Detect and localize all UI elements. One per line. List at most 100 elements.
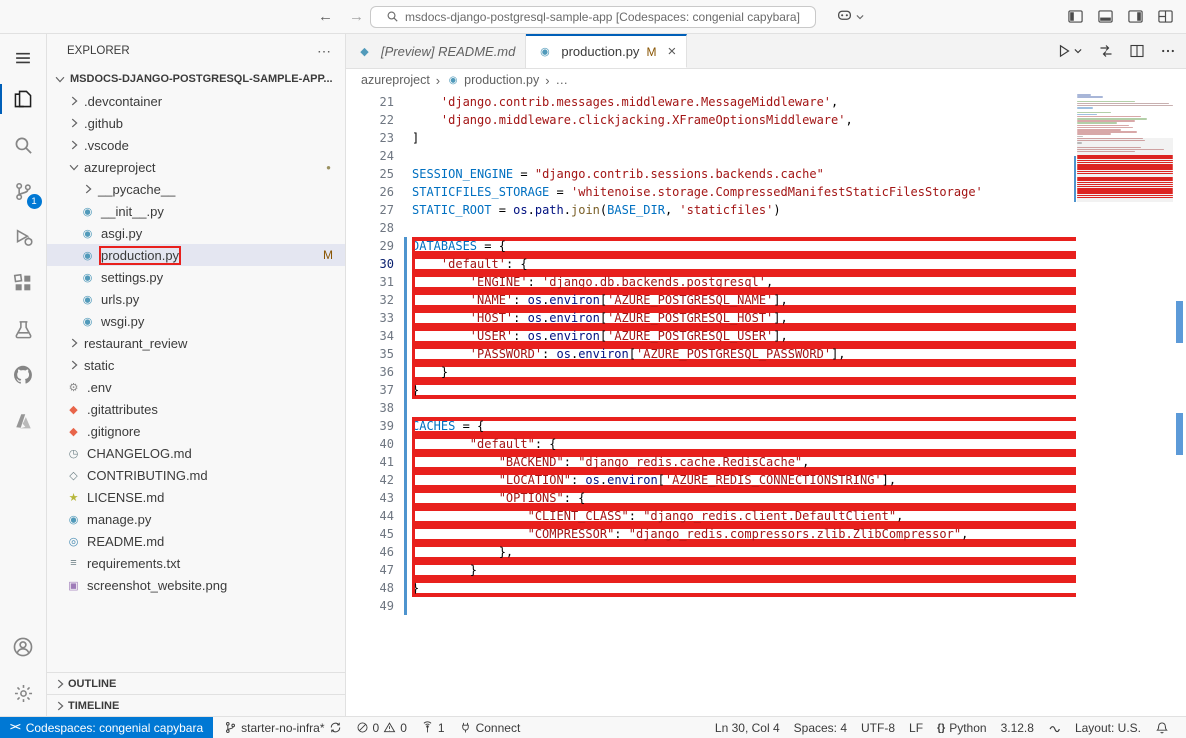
breadcrumb: azureproject›◉production.py›… [346, 69, 1186, 91]
tree-item-manage.py[interactable]: ◉manage.py [47, 508, 345, 530]
tree-item-LICENSE.md[interactable]: ★LICENSE.md [47, 486, 345, 508]
tree-item-requirements.txt[interactable]: ≡requirements.txt [47, 552, 345, 574]
code-line-41: 41 "BACKEND": "django_redis.cache.RedisC… [346, 453, 1076, 471]
tree-item-__init__.py[interactable]: ◉__init__.py [47, 200, 345, 222]
tree-item-.github[interactable]: .github [47, 112, 345, 134]
status-branch[interactable]: starter-no-infra* [217, 717, 348, 738]
status-cursor-position[interactable]: Ln 30, Col 4 [708, 717, 787, 738]
tree-item-production.py[interactable]: ◉production.pyM [47, 244, 345, 266]
remote-indicator[interactable]: >< Codespaces: congenial capybara [0, 717, 213, 738]
tree-root-folder[interactable]: MSDOCS-DJANGO-POSTGRESQL-SAMPLE-APP... [47, 68, 345, 90]
status-python-version[interactable]: 3.12.8 [994, 717, 1041, 738]
code-editor[interactable]: 21 'django.contrib.messages.middleware.M… [346, 91, 1186, 716]
tree-item-static[interactable]: static [47, 354, 345, 376]
file-label: .gitattributes [87, 402, 158, 417]
minimap[interactable] [1077, 94, 1173, 201]
sync-icon [329, 721, 342, 734]
line-content [412, 147, 1076, 165]
status-python-env[interactable] [1041, 717, 1068, 738]
tree-item-restaurant_review[interactable]: restaurant_review [47, 332, 345, 354]
line-content: 'HOST': os.environ['AZURE_POSTGRESQL_HOS… [412, 309, 1076, 327]
back-button[interactable]: ← [318, 8, 333, 25]
status-notifications[interactable] [1148, 717, 1176, 738]
tree-item-settings.py[interactable]: ◉settings.py [47, 266, 345, 288]
activity-run-debug-icon[interactable] [0, 214, 47, 260]
remote-label: Codespaces: congenial capybara [26, 721, 203, 735]
tree-item-.vscode[interactable]: .vscode [47, 134, 345, 156]
tree-item-urls.py[interactable]: ◉urls.py [47, 288, 345, 310]
more-actions-button[interactable] [1160, 43, 1176, 59]
status-eol[interactable]: LF [902, 717, 930, 738]
status-left: starter-no-infra*001Connect [217, 717, 527, 738]
breadcrumb-item[interactable]: ◉production.py [446, 73, 539, 87]
line-content: DATABASES = { [412, 237, 1076, 255]
activity-menu-icon[interactable] [0, 40, 47, 76]
status-keyboard-layout[interactable]: Layout: U.S. [1068, 717, 1148, 738]
command-center-search[interactable]: msdocs-django-postgresql-sample-app [Cod… [370, 6, 816, 28]
tree-item-__pycache__[interactable]: __pycache__ [47, 178, 345, 200]
tree-item-.env[interactable]: ⚙.env [47, 376, 345, 398]
file-label: asgi.py [101, 226, 142, 241]
status-indentation[interactable]: Spaces: 4 [787, 717, 854, 738]
breadcrumb-item[interactable]: … [556, 73, 569, 87]
section-outline[interactable]: OUTLINE [47, 672, 345, 694]
open-changes-button[interactable] [1098, 43, 1114, 59]
overview-ruler[interactable] [1173, 91, 1186, 716]
tree-item-.devcontainer[interactable]: .devcontainer [47, 90, 345, 112]
forward-button[interactable]: → [349, 8, 364, 25]
code-line-39: 39CACHES = { [346, 417, 1076, 435]
python-file-icon: ◉ [79, 227, 96, 240]
status-connect[interactable]: Connect [452, 717, 528, 738]
tree-item-.gitignore[interactable]: ◆.gitignore [47, 420, 345, 442]
activity-testing-icon[interactable] [0, 306, 47, 352]
activity-github-icon[interactable] [0, 352, 47, 398]
activity-source-control-icon[interactable]: 1 [0, 168, 47, 214]
code-line-34: 34 'USER': os.environ['AZURE_POSTGRESQL_… [346, 327, 1076, 345]
line-number: 41 [346, 453, 394, 471]
editor-tabs: ◆[Preview] README.md◉production.pyM× [346, 34, 1186, 69]
explorer-sidebar: EXPLORER ⋯ MSDOCS-DJANGO-POSTGRESQL-SAMP… [47, 34, 346, 716]
minimap-slider[interactable] [1077, 138, 1173, 202]
status-label: 3.12.8 [1001, 721, 1034, 735]
tab-production-py[interactable]: ◉production.pyM× [526, 34, 687, 68]
activity-azure-icon[interactable] [0, 398, 47, 444]
history-navigation: ← → [318, 8, 364, 25]
tree-item-azureproject[interactable]: azureproject● [47, 156, 345, 178]
tree-item-.gitattributes[interactable]: ◆.gitattributes [47, 398, 345, 420]
toggle-panel-icon[interactable] [1097, 8, 1114, 25]
tree-item-screenshot_website.png[interactable]: ▣screenshot_website.png [47, 574, 345, 596]
breadcrumb-item[interactable]: azureproject [361, 73, 430, 87]
copilot-button[interactable] [836, 7, 865, 27]
line-number: 49 [346, 597, 394, 615]
activity-settings-icon[interactable] [0, 670, 47, 716]
status-language-mode[interactable]: {}Python [930, 717, 994, 738]
status-encoding[interactable]: UTF-8 [854, 717, 902, 738]
status-ports[interactable]: 1 [414, 717, 452, 738]
status-problems[interactable]: 00 [349, 717, 414, 738]
tree-item-CHANGELOG.md[interactable]: ◷CHANGELOG.md [47, 442, 345, 464]
tab-label: production.py [561, 44, 639, 59]
tree-item-README.md[interactable]: ◎README.md [47, 530, 345, 552]
tree-item-CONTRIBUTING.md[interactable]: ◇CONTRIBUTING.md [47, 464, 345, 486]
activity-account-icon[interactable] [0, 624, 47, 670]
line-number: 39 [346, 417, 394, 435]
tree-item-wsgi.py[interactable]: ◉wsgi.py [47, 310, 345, 332]
activity-explorer-icon[interactable] [0, 76, 47, 122]
tab-preview-readme-md[interactable]: ◆[Preview] README.md [346, 34, 526, 68]
line-number: 24 [346, 147, 394, 165]
split-editor-button[interactable] [1129, 43, 1145, 59]
tree-item-asgi.py[interactable]: ◉ asgi.py [47, 222, 345, 244]
run-python-file-button[interactable] [1056, 43, 1083, 59]
copilot-icon [836, 7, 853, 27]
activity-extensions-icon[interactable] [0, 260, 47, 306]
section-timeline[interactable]: TIMELINE [47, 694, 345, 716]
activity-search-icon[interactable] [0, 122, 47, 168]
close-icon[interactable]: × [667, 43, 676, 60]
code-line-46: 46 }, [346, 543, 1076, 561]
chevron-right-icon [65, 358, 82, 372]
toggle-primary-sidebar-icon[interactable] [1067, 8, 1084, 25]
toggle-secondary-sidebar-icon[interactable] [1127, 8, 1144, 25]
explorer-more-actions-icon[interactable]: ⋯ [317, 43, 331, 60]
code-line-38: 38 [346, 399, 1076, 417]
customize-layout-icon[interactable] [1157, 8, 1174, 25]
